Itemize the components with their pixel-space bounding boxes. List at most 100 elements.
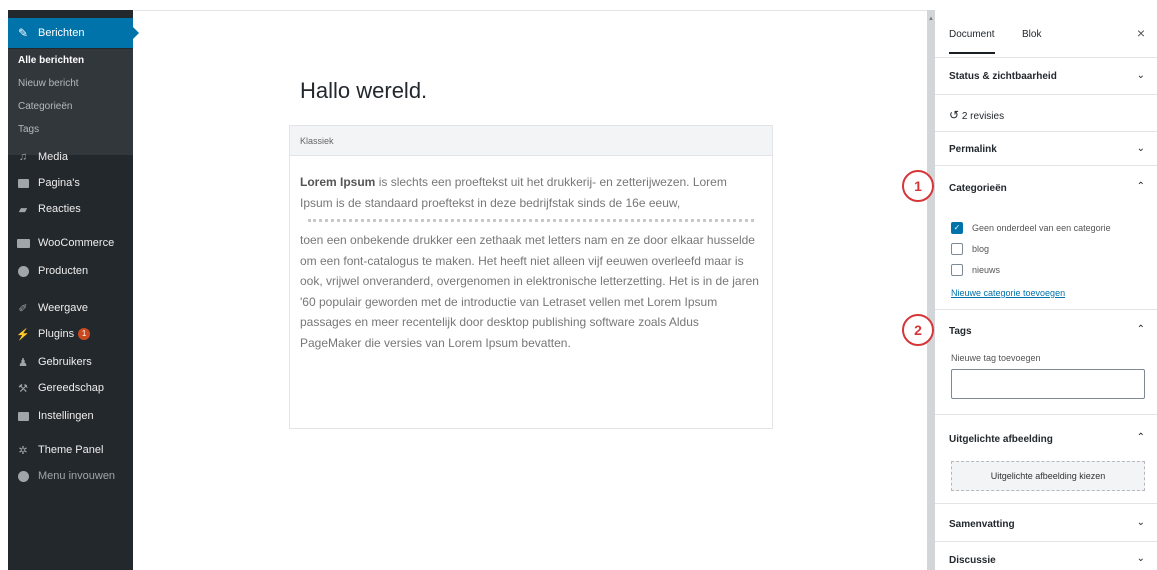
menu-item-label: Media xyxy=(38,151,68,163)
menu-item-appearance[interactable]: ✐ Weergave xyxy=(8,296,133,320)
menu-item-label: WooCommerce xyxy=(38,237,115,249)
panel-status-visibility[interactable]: Status & zichtbaarheid ⌄ xyxy=(935,58,1157,95)
section-title: Status & zichtbaarheid xyxy=(949,71,1057,82)
tab-block[interactable]: Blok xyxy=(1022,29,1041,40)
section-title: Permalink xyxy=(949,144,997,155)
checkbox[interactable] xyxy=(951,243,963,255)
section-title[interactable]: Tags xyxy=(949,326,972,337)
checkbox[interactable] xyxy=(951,264,963,276)
tags-input[interactable] xyxy=(951,369,1145,399)
menu-item-users[interactable]: ♟ Gebruikers xyxy=(8,350,133,374)
classic-block-content[interactable]: Lorem Ipsum is slechts een proeftekst ui… xyxy=(290,156,772,353)
chevron-up-icon[interactable]: ⌃ xyxy=(1137,181,1145,192)
add-category-link[interactable]: Nieuwe categorie toevoegen xyxy=(951,288,1065,298)
submenu-categories[interactable]: Categorieën xyxy=(8,95,133,118)
gear-icon: ✲ xyxy=(18,444,28,457)
category-option[interactable]: blog xyxy=(951,243,989,255)
paragraph-1: Lorem Ipsum is slechts een proeftekst ui… xyxy=(300,172,762,213)
scrollbar[interactable]: ▲ xyxy=(927,10,935,570)
menu-item-label: Plugins xyxy=(38,328,75,340)
section-title[interactable]: Uitgelichte afbeelding xyxy=(949,434,1053,445)
comments-icon: ▰ xyxy=(18,203,28,216)
woocommerce-icon xyxy=(16,237,30,249)
classic-block[interactable]: Klassiek Lorem Ipsum is slechts een proe… xyxy=(289,125,773,429)
post-title[interactable]: Hallo wereld. xyxy=(300,78,427,104)
chevron-up-icon[interactable]: ⌃ xyxy=(1137,432,1145,443)
callout-2: 2 xyxy=(902,314,934,346)
menu-item-tools[interactable]: ⚒ Gereedschap xyxy=(8,376,133,400)
submenu-new-post[interactable]: Nieuw bericht xyxy=(8,72,133,95)
classic-block-toolbar: Klassiek xyxy=(290,126,772,156)
appearance-icon: ✐ xyxy=(18,302,28,315)
menu-item-label: Gebruikers xyxy=(38,356,92,368)
tags-input-label: Nieuwe tag toevoegen xyxy=(951,353,1041,363)
revisions-label: 2 revisies xyxy=(961,111,1005,122)
panel-discussion[interactable]: Discussie ⌄ xyxy=(935,542,1157,570)
choose-featured-image-button[interactable]: Uitgelichte afbeelding kiezen xyxy=(951,461,1145,491)
menu-item-label: Weergave xyxy=(38,302,88,314)
checkbox-checked[interactable]: ✓ xyxy=(951,222,963,234)
read-more-separator xyxy=(308,219,754,222)
panel-tags: Tags ⌃ Nieuwe tag toevoegen xyxy=(935,310,1157,415)
chevron-down-icon: ⌄ xyxy=(1136,70,1145,81)
products-icon xyxy=(16,265,30,277)
panel-permalink[interactable]: Permalink ⌄ xyxy=(935,132,1157,166)
pages-icon xyxy=(16,177,30,189)
menu-item-settings[interactable]: Instellingen xyxy=(8,404,133,428)
submenu-tags[interactable]: Tags xyxy=(8,118,133,141)
callout-1: 1 xyxy=(902,170,934,202)
category-label: blog xyxy=(972,244,990,254)
plugins-icon: ⚡ xyxy=(16,328,30,341)
collapse-icon xyxy=(16,470,30,482)
update-count-badge: 1 xyxy=(78,328,91,340)
menu-item-label: Producten xyxy=(38,265,89,277)
menu-item-plugins[interactable]: ⚡ Plugins 1 xyxy=(8,322,133,346)
menu-item-woocommerce[interactable]: WooCommerce xyxy=(8,231,133,255)
scroll-up-icon[interactable]: ▲ xyxy=(928,16,934,22)
menu-item-media[interactable]: ♫ Media xyxy=(8,145,133,169)
category-label: nieuws xyxy=(972,265,1001,275)
pin-icon: ✎ xyxy=(17,26,29,40)
section-title: Samenvatting xyxy=(949,519,1015,530)
category-option[interactable]: nieuws xyxy=(951,264,1000,276)
menu-item-berichten[interactable]: ✎ Berichten xyxy=(8,18,139,48)
menu-item-label: Reacties xyxy=(38,203,81,215)
media-icon: ♫ xyxy=(18,151,28,163)
history-icon: ↺ xyxy=(949,108,960,122)
posts-submenu: Alle berichten Nieuw bericht Categorieën… xyxy=(8,49,133,155)
close-icon[interactable]: × xyxy=(1137,25,1145,41)
tools-icon: ⚒ xyxy=(18,382,28,395)
settings-sidebar: Document Blok × Status & zichtbaarheid ⌄… xyxy=(935,10,1157,570)
section-title[interactable]: Categorieën xyxy=(949,183,1007,194)
section-title: Discussie xyxy=(949,555,996,566)
menu-item-comments[interactable]: ▰ Reacties xyxy=(8,197,133,221)
menu-item-theme-panel[interactable]: ✲ Theme Panel xyxy=(8,438,133,462)
panel-excerpt[interactable]: Samenvatting ⌄ xyxy=(935,504,1157,542)
chevron-up-icon[interactable]: ⌃ xyxy=(1137,324,1145,335)
header-divider xyxy=(134,10,927,11)
chevron-down-icon: ⌄ xyxy=(1136,517,1145,528)
admin-sidebar: ✎ Berichten Alle berichten Nieuw bericht… xyxy=(8,10,139,570)
menu-item-products[interactable]: Producten xyxy=(8,259,133,283)
menu-item-label: Pagina's xyxy=(38,177,80,189)
users-icon: ♟ xyxy=(18,356,28,369)
menu-item-label: Berichten xyxy=(38,27,85,39)
chevron-down-icon: ⌄ xyxy=(1136,143,1145,154)
menu-item-label: Instellingen xyxy=(38,410,94,422)
paragraph-1-bold: Lorem Ipsum xyxy=(300,175,376,189)
menu-item-label: Menu invouwen xyxy=(38,470,116,482)
panel-categories: Categorieën ⌃ ✓ Geen onderdeel van een c… xyxy=(935,166,1157,310)
settings-icon xyxy=(16,410,30,422)
category-option[interactable]: ✓ Geen onderdeel van een categorie xyxy=(951,222,1111,234)
submenu-all-posts[interactable]: Alle berichten xyxy=(8,49,133,72)
menu-item-collapse[interactable]: Menu invouwen xyxy=(8,464,133,488)
panel-featured-image: Uitgelichte afbeelding ⌃ Uitgelichte afb… xyxy=(935,415,1157,504)
settings-tabs: Document Blok × xyxy=(935,10,1157,58)
menu-item-pages[interactable]: Pagina's xyxy=(8,171,133,195)
panel-revisions[interactable]: ↺ 2 revisies xyxy=(935,95,1157,132)
category-label: Geen onderdeel van een categorie xyxy=(972,223,1111,233)
chevron-down-icon: ⌄ xyxy=(1136,553,1145,564)
menu-item-label: Gereedschap xyxy=(38,382,105,394)
tab-document[interactable]: Document xyxy=(949,29,995,54)
menu-item-label: Theme Panel xyxy=(38,444,104,456)
